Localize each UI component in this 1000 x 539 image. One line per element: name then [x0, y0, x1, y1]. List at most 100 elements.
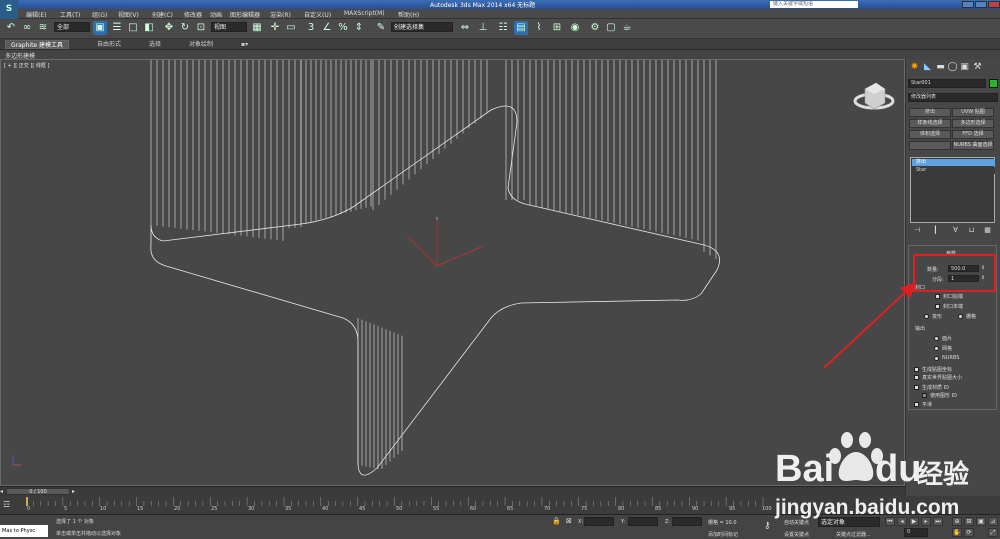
- stack-item-extrude[interactable]: 挤出: [912, 159, 995, 166]
- next-frame-icon[interactable]: ▸: [72, 488, 75, 495]
- menu-modifiers[interactable]: 修改器: [184, 10, 202, 19]
- z-coord-field[interactable]: [672, 517, 702, 526]
- graphite-toggle-icon[interactable]: ▤: [514, 21, 528, 35]
- y-coord-field[interactable]: [628, 517, 658, 526]
- close-button[interactable]: [988, 1, 1000, 8]
- create-tab-icon[interactable]: ✸: [909, 62, 920, 73]
- keyboard-shortcut-icon[interactable]: ▭: [284, 21, 298, 35]
- spline-select-button[interactable]: 样条线选择: [909, 119, 951, 128]
- curve-editor-mini-icon[interactable]: ☲: [3, 500, 10, 509]
- tab-freeform[interactable]: 自由形式: [92, 40, 126, 49]
- tab-object-paint[interactable]: 对象绘制: [184, 40, 218, 49]
- make-unique-icon[interactable]: ∀: [950, 225, 961, 236]
- menu-group[interactable]: 组(G): [92, 10, 107, 19]
- maximize-viewport-icon[interactable]: ⤢: [988, 528, 998, 537]
- smooth-checkbox[interactable]: [914, 402, 919, 407]
- mirror-icon[interactable]: ⇔: [458, 21, 472, 35]
- time-slider-thumb[interactable]: 0 / 100: [6, 488, 70, 495]
- align-icon[interactable]: ⊥: [476, 21, 490, 35]
- key-mode-icon[interactable]: ⚷: [764, 521, 771, 531]
- move-icon[interactable]: ✥: [162, 21, 176, 35]
- percent-snap-icon[interactable]: %: [336, 21, 350, 35]
- edit-named-sets-icon[interactable]: ✎: [374, 21, 388, 35]
- select-by-name-icon[interactable]: ☰: [110, 21, 124, 35]
- cap-start-checkbox[interactable]: [935, 294, 940, 299]
- tab-graphite[interactable]: Graphite 建模工具: [5, 40, 70, 49]
- gen-mat-ids-checkbox[interactable]: [914, 385, 919, 390]
- mesh-radio[interactable]: [934, 346, 939, 351]
- render-setup-icon[interactable]: ⚙: [588, 21, 602, 35]
- nurbs-select-button[interactable]: NURBS 曲面选择: [952, 141, 994, 150]
- named-selection-dropdown[interactable]: 创建选择集: [391, 22, 453, 32]
- remove-modifier-icon[interactable]: ⊔: [966, 225, 977, 236]
- add-time-tag[interactable]: 添加时间标记: [708, 531, 738, 538]
- patch-radio[interactable]: [934, 336, 939, 341]
- curve-editor-icon[interactable]: ⌇: [532, 21, 546, 35]
- use-shape-ids-checkbox[interactable]: [922, 393, 927, 398]
- absolute-mode-icon[interactable]: ⊠: [566, 517, 572, 525]
- extrude-button[interactable]: 挤出: [909, 108, 951, 117]
- undo-icon[interactable]: ↶: [4, 21, 18, 35]
- link-icon[interactable]: ∞: [20, 21, 34, 35]
- cap-end-checkbox[interactable]: [935, 304, 940, 309]
- snap-3d-icon[interactable]: 3: [304, 21, 318, 35]
- grid-radio[interactable]: [958, 314, 963, 319]
- menu-views[interactable]: 视图(V): [118, 10, 139, 19]
- app-logo-icon[interactable]: S: [0, 0, 18, 19]
- angle-snap-icon[interactable]: ∠: [320, 21, 334, 35]
- display-tab-icon[interactable]: ▣: [959, 62, 970, 73]
- lock-icon[interactable]: 🔒: [552, 517, 561, 525]
- render-icon[interactable]: ☕: [620, 21, 634, 35]
- maxscript-listener[interactable]: Max to Physc: [0, 525, 48, 537]
- menu-rendering[interactable]: 渲染(R): [270, 10, 291, 19]
- zoom-extents-icon[interactable]: ▣: [976, 517, 986, 526]
- window-crossing-icon[interactable]: ◧: [142, 21, 156, 35]
- show-end-result-icon[interactable]: ┃: [930, 225, 941, 236]
- select-object-icon[interactable]: ▣: [93, 21, 107, 35]
- tab-selection[interactable]: 选择: [144, 40, 166, 49]
- menu-tools[interactable]: 工具(T): [60, 10, 80, 19]
- menu-graph-editors[interactable]: 图形编辑器: [230, 10, 260, 19]
- schematic-view-icon[interactable]: ⊞: [550, 21, 564, 35]
- object-name-field[interactable]: Star001: [908, 79, 986, 88]
- menu-customize[interactable]: 自定义(U): [304, 10, 331, 19]
- maximize-button[interactable]: [975, 1, 987, 8]
- selection-filter-dropdown[interactable]: 全部: [54, 22, 90, 32]
- select-manipulate-icon[interactable]: ✛: [268, 21, 282, 35]
- minimize-button[interactable]: [962, 1, 974, 8]
- viewcube-icon[interactable]: [852, 77, 896, 117]
- bind-space-warp-icon[interactable]: ≋: [36, 21, 50, 35]
- ffd-select-button[interactable]: FFD 选择: [952, 130, 994, 139]
- ribbon-options-icon[interactable]: ▪▾: [236, 40, 253, 49]
- menu-animation[interactable]: 动画: [210, 10, 222, 19]
- vol-select-button[interactable]: 体积选择: [909, 130, 951, 139]
- search-input[interactable]: 键入关键字或短语: [770, 1, 858, 8]
- layer-manager-icon[interactable]: ☷: [496, 21, 510, 35]
- spinner-snap-icon[interactable]: ⇕: [352, 21, 366, 35]
- motion-tab-icon[interactable]: ◯: [947, 62, 958, 73]
- pivot-icon[interactable]: ▦: [250, 21, 264, 35]
- modify-tab-icon[interactable]: ◣: [922, 62, 933, 73]
- material-editor-icon[interactable]: ◉: [568, 21, 582, 35]
- menu-create[interactable]: 创建(C): [152, 10, 173, 19]
- menu-edit[interactable]: 编辑(E): [26, 10, 46, 19]
- nurbs-radio[interactable]: [934, 356, 939, 361]
- configure-sets-icon[interactable]: ▦: [982, 225, 993, 236]
- morph-radio[interactable]: [924, 314, 929, 319]
- rendered-frame-icon[interactable]: ▢: [604, 21, 618, 35]
- uvw-map-button[interactable]: UVW 贴图: [952, 108, 994, 117]
- front-viewport[interactable]: [ + ][ 正交 ][ 线框 ]: [0, 59, 905, 486]
- menu-maxscript[interactable]: MAXScript(M): [344, 10, 385, 17]
- hierarchy-tab-icon[interactable]: ▬: [935, 62, 946, 73]
- stack-item-star[interactable]: Star: [912, 167, 995, 174]
- poly-select-button[interactable]: 多边形选择: [952, 119, 994, 128]
- real-world-map-checkbox[interactable]: [914, 375, 919, 380]
- scale-icon[interactable]: ⊡: [194, 21, 208, 35]
- blank-mod-button[interactable]: [909, 141, 951, 150]
- rotate-icon[interactable]: ↻: [178, 21, 192, 35]
- rect-selection-icon[interactable]: □: [126, 21, 140, 35]
- fov-icon[interactable]: ⊿: [988, 517, 998, 526]
- pin-stack-icon[interactable]: ⊣: [912, 225, 923, 236]
- x-coord-field[interactable]: [584, 517, 614, 526]
- modifier-list-dropdown[interactable]: 修改器列表: [908, 93, 998, 102]
